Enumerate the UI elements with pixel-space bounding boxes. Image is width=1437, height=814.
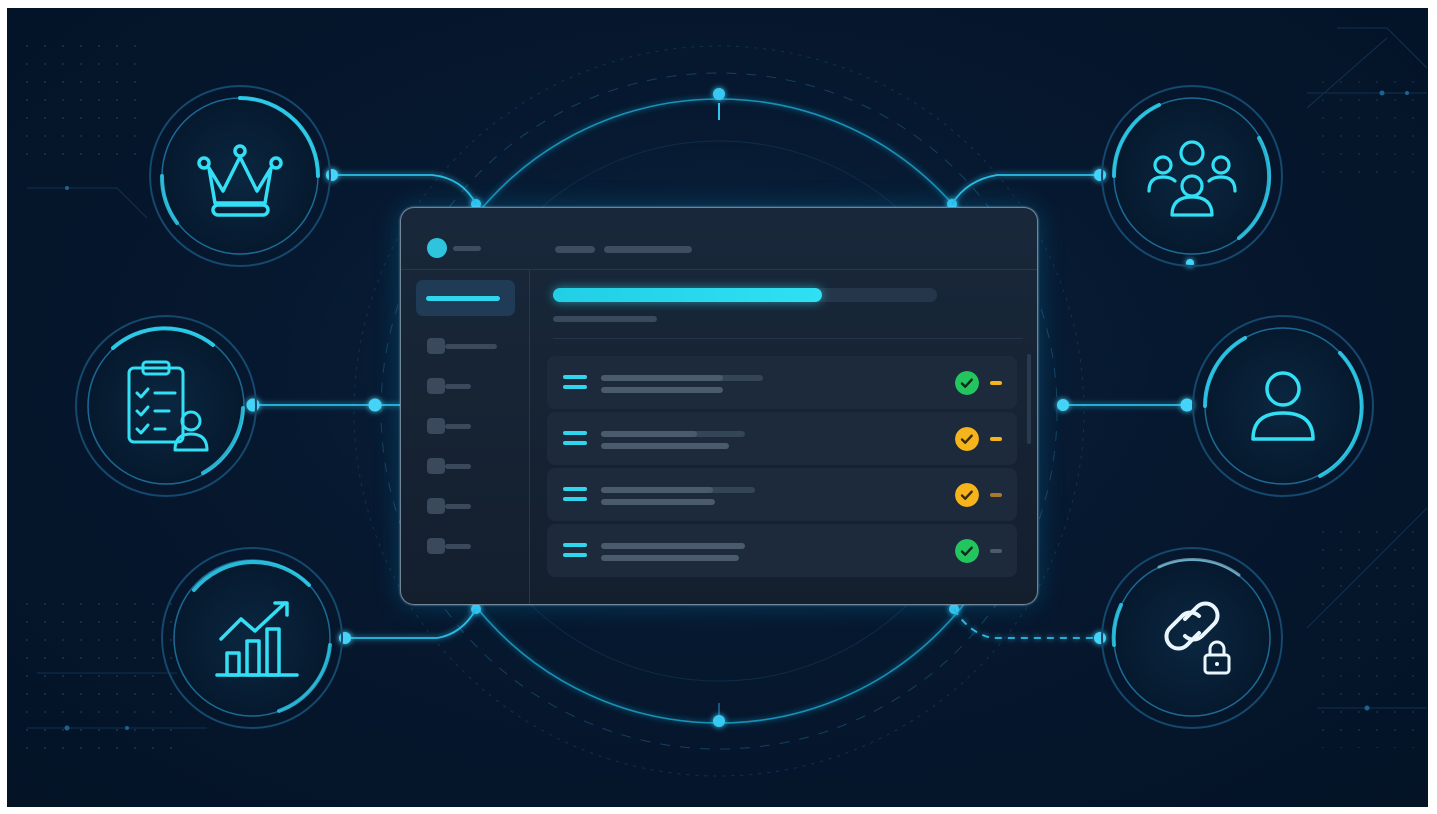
- scrollbar-thumb[interactable]: [1027, 354, 1031, 444]
- breadcrumb-placeholder-2[interactable]: [604, 246, 692, 253]
- subtitle-placeholder: [553, 316, 657, 322]
- check-icon: [955, 483, 979, 507]
- growth-chart-node[interactable]: [159, 545, 345, 731]
- check-icon: [955, 371, 979, 395]
- app-logo: [427, 238, 447, 258]
- app-window[interactable]: [400, 207, 1038, 605]
- user-node[interactable]: [1190, 313, 1376, 499]
- dot-grid-bottom-right: [1307, 528, 1417, 748]
- list-item[interactable]: [547, 412, 1017, 465]
- sidebar-item-active-label: [426, 296, 500, 301]
- progress-track: [553, 288, 937, 302]
- illustration-canvas: [7, 8, 1428, 807]
- sidebar-item-active[interactable]: [416, 280, 515, 316]
- content-divider: [553, 338, 1023, 339]
- dot-grid-top-left: [22, 38, 152, 158]
- header-divider: [401, 269, 1037, 270]
- checklist-user-node[interactable]: [73, 313, 259, 499]
- check-icon: [955, 427, 979, 451]
- team-node[interactable]: [1099, 83, 1285, 269]
- progress-fill: [553, 288, 822, 302]
- list-item[interactable]: [547, 468, 1017, 521]
- dot-grid-top-right: [1307, 68, 1417, 188]
- sidebar-divider: [529, 270, 530, 604]
- check-icon: [955, 539, 979, 563]
- app-name-placeholder: [453, 246, 481, 251]
- crown-node[interactable]: [147, 83, 333, 269]
- list-item[interactable]: [547, 524, 1017, 577]
- breadcrumb-placeholder-1[interactable]: [555, 246, 595, 253]
- secure-link-node[interactable]: [1099, 545, 1285, 731]
- dot-grid-bottom-left: [22, 598, 172, 758]
- list-item[interactable]: [547, 356, 1017, 409]
